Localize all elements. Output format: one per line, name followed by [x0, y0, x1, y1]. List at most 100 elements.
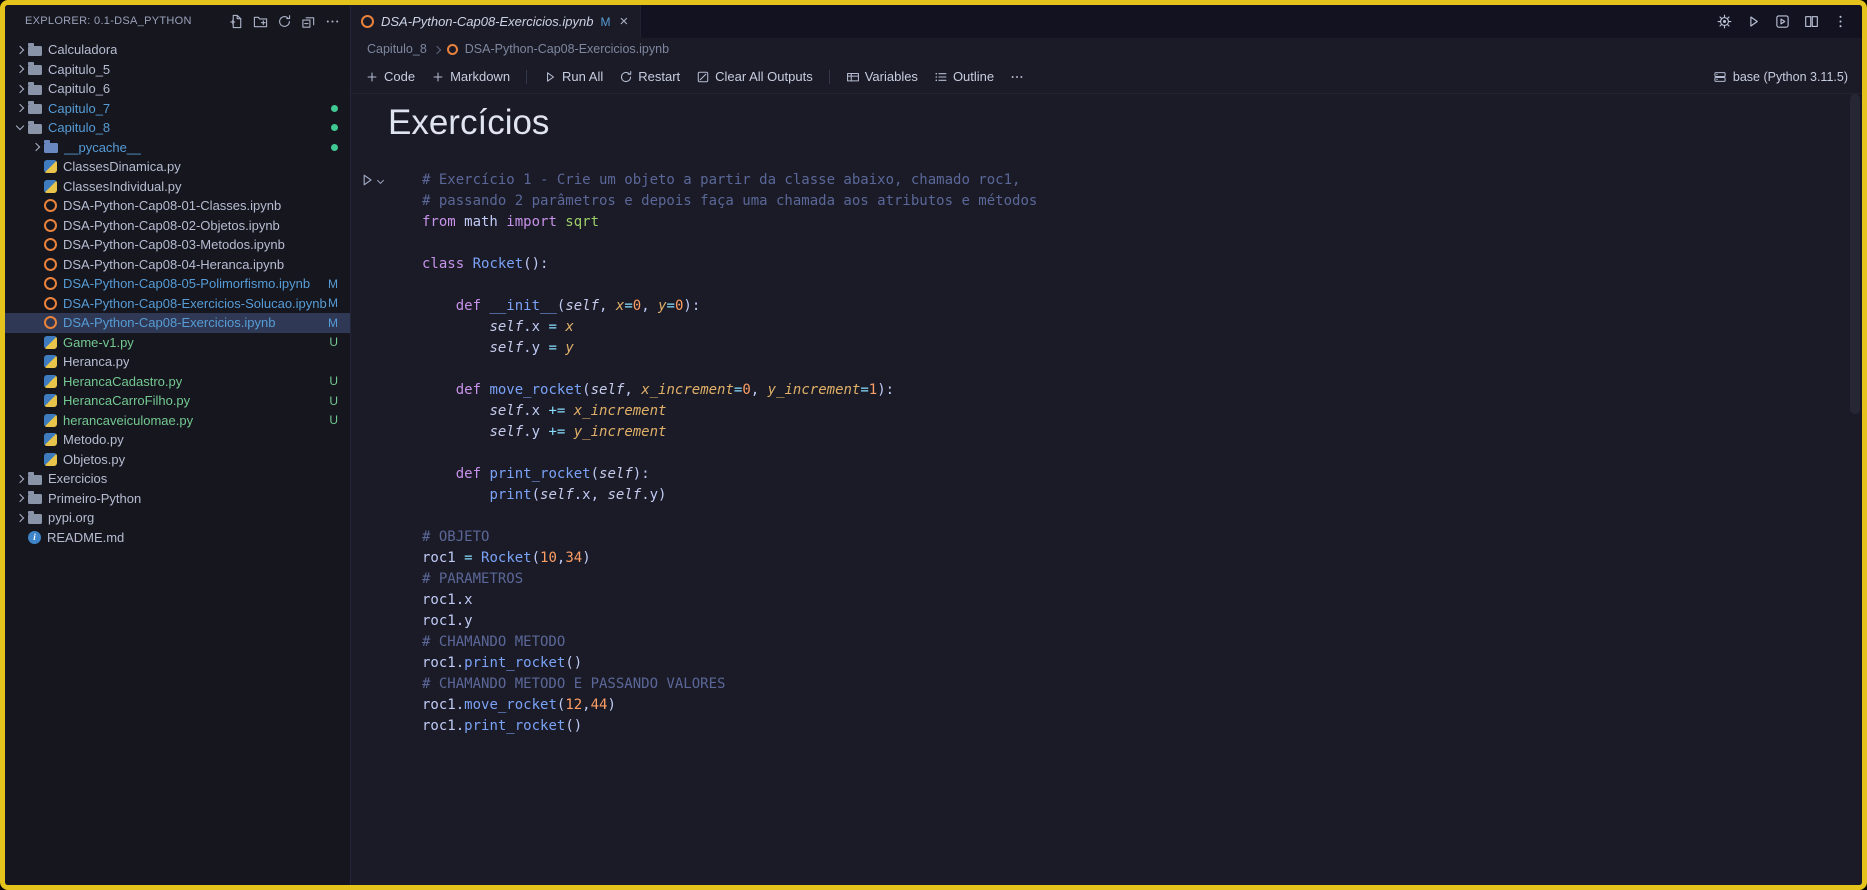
code-line[interactable]: roc1.x: [422, 590, 1037, 611]
code-line[interactable]: [422, 275, 1037, 296]
tree-item-capitulo-6[interactable]: Capitulo_6: [5, 79, 350, 99]
tree-item-dsa-python-cap08-exercicios-ipynb[interactable]: DSA-Python-Cap08-Exercicios.ipynb M: [5, 313, 350, 333]
code-line[interactable]: [422, 506, 1037, 527]
code-token: def: [455, 382, 482, 398]
code-line[interactable]: roc1.move_rocket(12,44): [422, 695, 1037, 716]
code-line[interactable]: roc1 = Rocket(10,34): [422, 548, 1037, 569]
refresh-icon[interactable]: [277, 14, 292, 29]
tree-item-herancaveiculomae-py[interactable]: herancaveiculomae.py U: [5, 411, 350, 431]
tree-item-exercicios[interactable]: Exercicios: [5, 469, 350, 489]
tree-item-calculadora[interactable]: Calculadora: [5, 40, 350, 60]
code-token: .y: [523, 424, 549, 440]
toolbar-clear-all-outputs-button[interactable]: Clear All Outputs: [696, 69, 813, 84]
code-line[interactable]: roc1.y: [422, 611, 1037, 632]
tree-item-objetos-py[interactable]: Objetos.py: [5, 450, 350, 470]
tab-close-icon[interactable]: ×: [617, 14, 630, 29]
tree-item-primeiro-python[interactable]: Primeiro-Python: [5, 489, 350, 509]
run-cell-button[interactable]: [359, 172, 375, 188]
folder-icon: [28, 81, 42, 95]
toolbar-variables-button[interactable]: Variables: [846, 69, 918, 84]
tree-item-label: Calculadora: [48, 42, 118, 58]
breadcrumb-file[interactable]: DSA-Python-Cap08-Exercicios.ipynb: [465, 42, 669, 56]
toolbar-run-all-button[interactable]: Run All: [543, 69, 603, 84]
python-file-icon: [44, 433, 57, 447]
code-line[interactable]: [422, 443, 1037, 464]
folder-icon: [44, 140, 58, 154]
code-line[interactable]: # CHAMANDO METODO E PASSANDO VALORES: [422, 674, 1037, 695]
tree-item-herancacarrofilho-py[interactable]: HerancaCarroFilho.py U: [5, 391, 350, 411]
toolbar-outline-button[interactable]: Outline: [934, 69, 994, 84]
tree-item-dsa-python-cap08-05-polimorfismo-ipynb[interactable]: DSA-Python-Cap08-05-Polimorfismo.ipynb M: [5, 274, 350, 294]
code-line[interactable]: self.y = y: [422, 338, 1037, 359]
code-line[interactable]: [422, 359, 1037, 380]
chevron-slot: [11, 513, 28, 522]
code-token: .x: [523, 403, 549, 419]
code-line[interactable]: self.x += x_increment: [422, 401, 1037, 422]
breadcrumb-folder[interactable]: Capitulo_8: [367, 42, 427, 56]
code-line[interactable]: # Exercício 1 - Crie um objeto a partir …: [422, 170, 1037, 191]
code-line[interactable]: class Rocket():: [422, 254, 1037, 275]
tree-item-capitulo-8[interactable]: Capitulo_8: [5, 118, 350, 138]
more-h-icon[interactable]: [325, 14, 340, 29]
code-line[interactable]: def print_rocket(self):: [422, 464, 1037, 485]
tree-item-capitulo-5[interactable]: Capitulo_5: [5, 60, 350, 80]
code-line[interactable]: self.x = x: [422, 317, 1037, 338]
tree-item-dsa-python-cap08-03-metodos-ipynb[interactable]: DSA-Python-Cap08-03-Metodos.ipynb: [5, 235, 350, 255]
git-status-badge: U: [329, 393, 338, 408]
tree-item-classesdinamica-py[interactable]: ClassesDinamica.py: [5, 157, 350, 177]
tree-item-dsa-python-cap08-04-heranca-ipynb[interactable]: DSA-Python-Cap08-04-Heranca.ipynb: [5, 255, 350, 275]
split-icon[interactable]: [1804, 14, 1819, 29]
tree-item-pypi-org[interactable]: pypi.org: [5, 508, 350, 528]
tree-item-decorations: U: [329, 394, 350, 408]
code-cell[interactable]: # Exercício 1 - Crie um objeto a partir …: [351, 166, 1862, 737]
tree-item-dsa-python-cap08-02-objetos-ipynb[interactable]: DSA-Python-Cap08-02-Objetos.ipynb: [5, 216, 350, 236]
markdown-cell[interactable]: Exercícios: [351, 94, 1862, 166]
code-line[interactable]: from math import sqrt: [422, 212, 1037, 233]
tree-item-pycache[interactable]: __pycache__: [5, 138, 350, 158]
new-file-icon[interactable]: [229, 14, 244, 29]
git-status-badge: U: [329, 374, 338, 389]
toolbar-code-button[interactable]: Code: [365, 69, 415, 84]
tree-item-capitulo-7[interactable]: Capitulo_7: [5, 99, 350, 119]
code-line[interactable]: print(self.x, self.y): [422, 485, 1037, 506]
code-lines[interactable]: # Exercício 1 - Crie um objeto a partir …: [422, 170, 1037, 737]
notebook-file-icon: [44, 199, 57, 213]
code-line[interactable]: # OBJETO: [422, 527, 1037, 548]
tree-item-readme-md[interactable]: i README.md: [5, 528, 350, 548]
collapse-all-icon[interactable]: [301, 14, 316, 29]
tree-item-game-v1-py[interactable]: Game-v1.py U: [5, 333, 350, 353]
code-line[interactable]: roc1.print_rocket(): [422, 716, 1037, 737]
toolbar-more-button[interactable]: [1010, 70, 1024, 84]
kernel-box-icon[interactable]: [1775, 14, 1790, 29]
tree-item-heranca-py[interactable]: Heranca.py: [5, 352, 350, 372]
code-line[interactable]: def __init__(self, x=0, y=0):: [422, 296, 1037, 317]
chevron-down-icon[interactable]: [376, 176, 385, 185]
tree-item-dsa-python-cap08-01-classes-ipynb[interactable]: DSA-Python-Cap08-01-Classes.ipynb: [5, 196, 350, 216]
editor-scrollbar[interactable]: [1850, 94, 1860, 885]
file-tree: Calculadora Capitulo_5 Capitulo_6 Capitulo_…: [5, 37, 350, 885]
code-line[interactable]: # CHAMANDO METODO: [422, 632, 1037, 653]
code-token: (: [531, 487, 541, 503]
tree-item-herancacadastro-py[interactable]: HerancaCadastro.py U: [5, 372, 350, 392]
tab-notebook[interactable]: DSA-Python-Cap08-Exercicios.ipynb M ×: [351, 5, 642, 38]
code-line[interactable]: # PARAMETROS: [422, 569, 1037, 590]
code-line[interactable]: [422, 233, 1037, 254]
play-icon[interactable]: [1746, 14, 1761, 29]
tree-item-label: Heranca.py: [63, 354, 130, 370]
code-token: from: [422, 214, 456, 230]
new-folder-icon[interactable]: [253, 14, 268, 29]
tree-item-dsa-python-cap08-exercicios-solucao-ipynb[interactable]: DSA-Python-Cap08-Exercicios-Solucao.ipyn…: [5, 294, 350, 314]
code-line[interactable]: # passando 2 parâmetros e depois faça um…: [422, 191, 1037, 212]
tree-item-classesindividual-py[interactable]: ClassesIndividual.py: [5, 177, 350, 197]
explorer-header: EXPLORER: 0.1-DSA_PYTHON: [5, 5, 350, 37]
kernel-picker[interactable]: base (Python 3.11.5): [1713, 70, 1862, 84]
code-line[interactable]: def move_rocket(self, x_increment = 0, y_i…: [422, 380, 1037, 401]
toolbar-restart-button[interactable]: Restart: [619, 69, 680, 84]
tree-item-metodo-py[interactable]: Metodo.py: [5, 430, 350, 450]
code-line[interactable]: self.y += y_increment: [422, 422, 1037, 443]
toolbar-markdown-button[interactable]: Markdown: [431, 69, 510, 84]
gear-icon[interactable]: [1717, 14, 1732, 29]
scrollbar-thumb[interactable]: [1850, 94, 1860, 414]
more-v-icon[interactable]: [1833, 14, 1848, 29]
code-line[interactable]: roc1.print_rocket(): [422, 653, 1037, 674]
